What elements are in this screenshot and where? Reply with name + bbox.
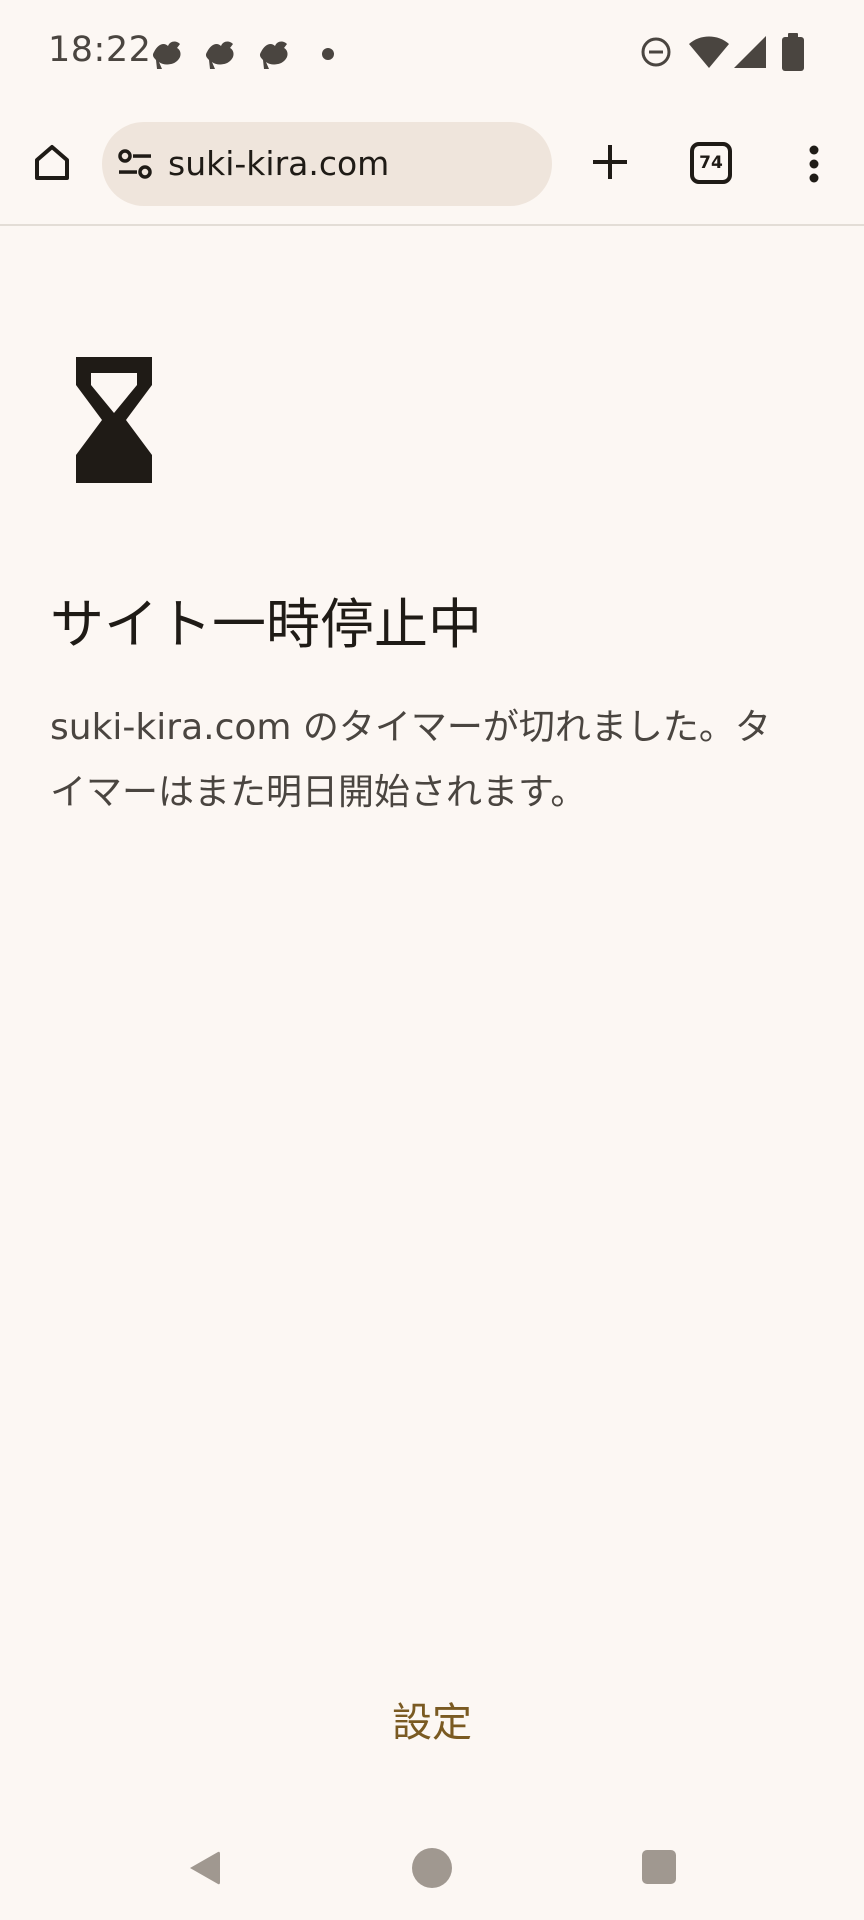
settings-label: 設定 [392,1700,472,1746]
description-line: suki-kira.com のタイマーが切れました。タ [50,707,771,748]
tab-switcher-button[interactable]: 74 [690,142,732,184]
hourglass-icon [76,357,152,483]
new-tab-button[interactable] [580,132,640,192]
description-line: イマーはまた明日開始されます。 [50,772,587,813]
more-menu-button[interactable] [792,134,836,194]
home-icon [35,145,69,180]
home-button[interactable] [24,134,80,190]
battery-icon [782,33,804,71]
home-circle-icon[interactable] [412,1848,452,1888]
url-text: suki-kira.com [168,144,390,183]
status-time: 18:22 [48,30,152,70]
new-tab-icon [593,145,627,179]
bird-notification-icon [152,41,181,69]
back-icon[interactable] [186,1848,222,1888]
system-nav-bar [0,1820,864,1920]
page-title: サイト一時停止中 [50,593,482,656]
cellular-signal-icon [734,36,766,68]
bird-notification-icon [205,41,234,69]
tab-count: 74 [699,153,723,173]
address-bar[interactable]: suki-kira.com [102,122,552,206]
bird-notification-icon [259,41,288,69]
page-description: suki-kira.com のタイマーが切れました。タ イマーはまた明日開始され… [50,695,830,825]
status-bar: 18:22 [0,0,864,104]
browser-toolbar: suki-kira.com 74 [0,104,864,226]
do-not-disturb-icon [641,37,671,67]
settings-link[interactable]: 設定 [0,1690,864,1748]
site-settings-icon[interactable] [116,146,154,182]
wifi-icon [689,36,729,68]
more-notifications-dot [322,48,334,60]
more-menu-icon [809,145,819,183]
recents-icon[interactable] [642,1850,676,1884]
